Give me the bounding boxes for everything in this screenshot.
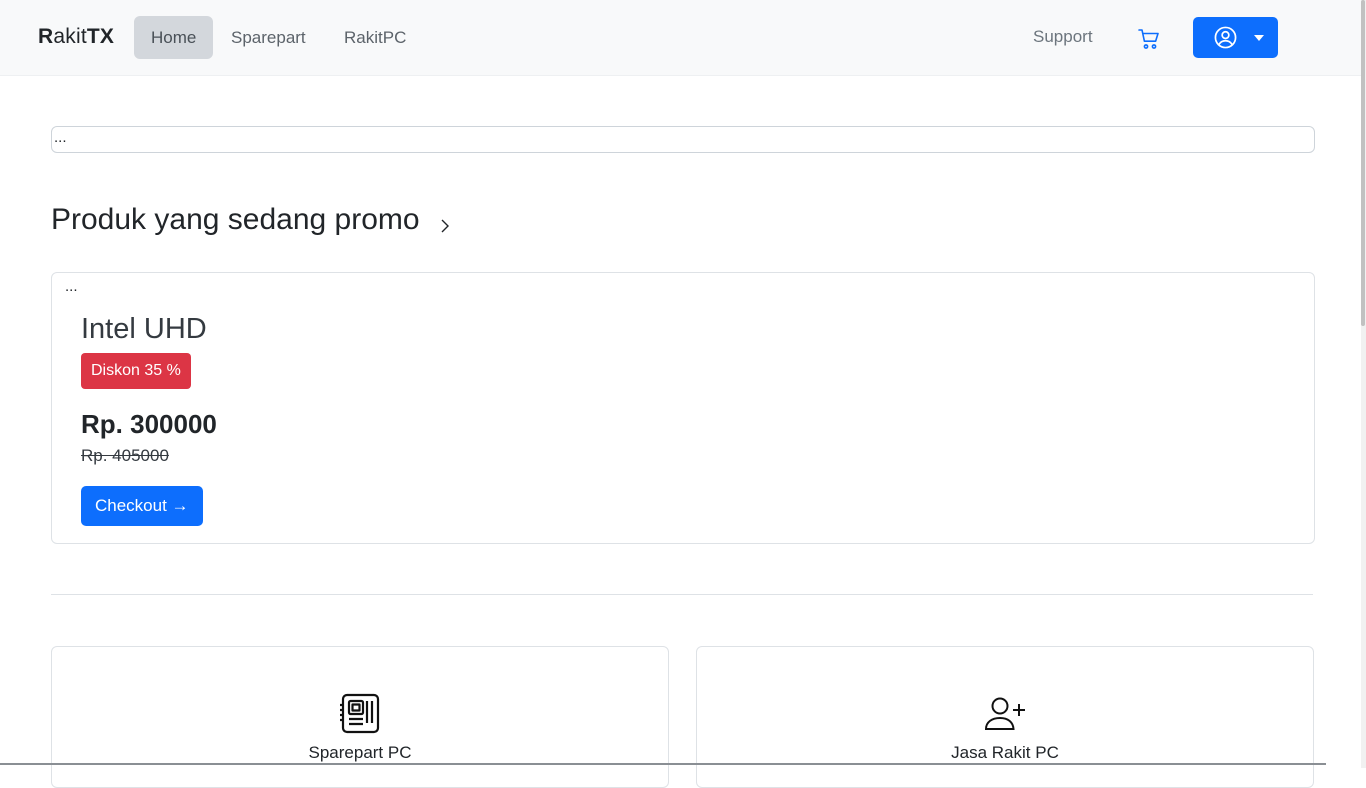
cart-icon[interactable] <box>1137 27 1161 51</box>
search-placeholder: ... <box>54 129 67 146</box>
bottom-border <box>0 763 1326 765</box>
brand-logo[interactable]: RakitTX <box>38 25 114 49</box>
promo-title: Produk yang sedang promo <box>51 203 420 236</box>
scrollbar-thumb[interactable] <box>1361 0 1365 326</box>
carousel-dots: ... <box>65 278 78 295</box>
user-circle-icon <box>1214 26 1237 49</box>
nav-rakitpc[interactable]: RakitPC <box>327 16 423 59</box>
service-label: Jasa Rakit PC <box>951 743 1059 762</box>
search-box[interactable]: ... <box>51 126 1315 153</box>
chevron-down-icon <box>1254 35 1264 41</box>
person-plus-icon <box>984 697 1025 730</box>
product-price: Rp. 300000 <box>81 409 217 439</box>
service-card-sparepart[interactable]: Sparepart PC <box>51 646 669 788</box>
promo-card: ... Intel UHD Diskon 35 % Rp. 300000 Rp.… <box>51 272 1315 544</box>
nav-sparepart[interactable]: Sparepart <box>214 16 323 59</box>
section-divider <box>51 594 1313 595</box>
nav-home[interactable]: Home <box>134 16 214 59</box>
service-label: Sparepart PC <box>308 743 412 762</box>
user-menu-button[interactable] <box>1193 17 1278 58</box>
product-old-price: Rp. 405000 <box>81 446 169 465</box>
product-name: Intel UHD <box>81 313 207 345</box>
service-card-rakit[interactable]: Jasa Rakit PC <box>696 646 1314 788</box>
navbar: RakitTX Home Sparepart RakitPC Support <box>0 0 1366 76</box>
checkout-button[interactable]: Checkout → <box>81 486 203 526</box>
discount-badge: Diskon 35 % <box>81 353 191 389</box>
chevron-right-icon[interactable] <box>439 217 451 235</box>
motherboard-icon <box>340 693 380 734</box>
support-link[interactable]: Support <box>1033 27 1093 47</box>
